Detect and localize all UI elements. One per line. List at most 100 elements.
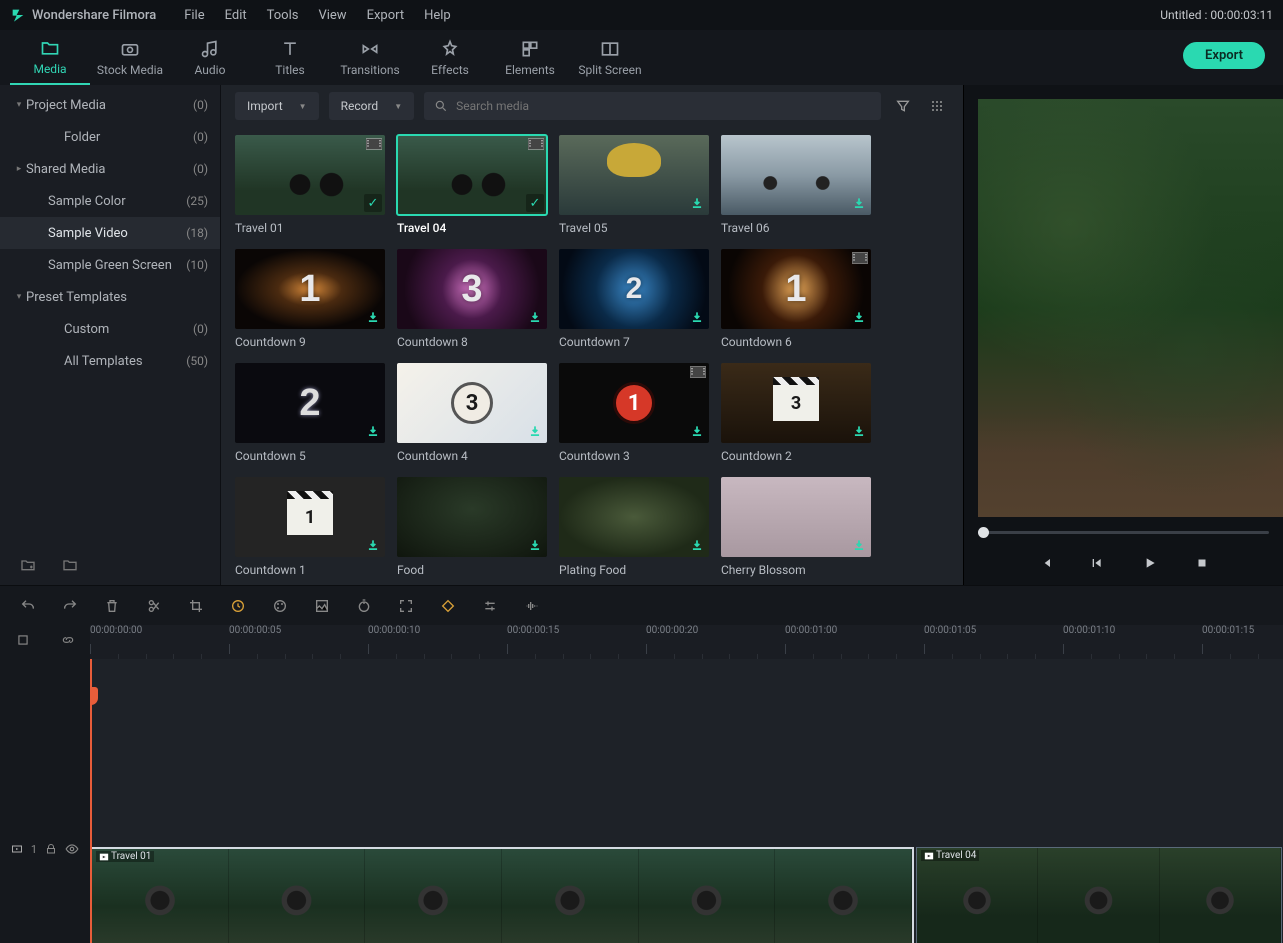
expand-button[interactable] [396,596,416,616]
sidebar-item-all-templates[interactable]: All Templates(50) [0,345,220,377]
tab-effects[interactable]: Effects [410,30,490,85]
media-thumbnail[interactable]: 1 [721,249,871,329]
search-media[interactable] [424,92,881,120]
timeline-ruler[interactable]: 00:00:00:0000:00:00:0500:00:00:1000:00:0… [90,625,1283,659]
folder-icon[interactable] [62,557,78,577]
menu-file[interactable]: File [182,4,206,27]
timeline-clip[interactable]: Travel 01 [90,847,914,943]
lock-icon[interactable] [45,843,57,855]
download-icon[interactable] [364,308,382,326]
record-dropdown[interactable]: Record▼ [329,92,415,120]
download-icon[interactable] [850,194,868,212]
crop-button[interactable] [186,596,206,616]
media-thumbnail[interactable] [721,135,871,215]
media-item[interactable]: ✓Travel 01 [235,135,385,235]
menu-view[interactable]: View [316,4,348,27]
search-input[interactable] [456,99,871,113]
split-button[interactable] [144,596,164,616]
media-thumbnail[interactable] [559,477,709,557]
tab-split-screen[interactable]: Split Screen [570,30,650,85]
media-item[interactable]: 2Countdown 5 [235,363,385,463]
media-item[interactable]: Travel 05 [559,135,709,235]
media-thumbnail[interactable]: 3 [397,363,547,443]
audio-button[interactable] [522,596,542,616]
stop-button[interactable] [1191,552,1213,574]
color-button[interactable] [270,596,290,616]
media-thumbnail[interactable]: 1 [235,249,385,329]
eye-icon[interactable] [65,842,79,856]
media-thumbnail[interactable]: 2 [559,249,709,329]
tab-stock-media[interactable]: Stock Media [90,30,170,85]
sidebar-item-custom[interactable]: Custom(0) [0,313,220,345]
media-item[interactable]: ✓Travel 04 [397,135,547,235]
tab-elements[interactable]: Elements [490,30,570,85]
media-thumbnail[interactable]: 3 [397,249,547,329]
timeline-clip[interactable]: Travel 04 [916,847,1282,943]
media-item[interactable]: 3Countdown 2 [721,363,871,463]
tab-titles[interactable]: Titles [250,30,330,85]
media-thumbnail[interactable] [721,477,871,557]
sidebar-item-shared-media[interactable]: ▸Shared Media(0) [0,153,220,185]
download-icon[interactable] [364,536,382,554]
menu-tools[interactable]: Tools [265,4,301,27]
media-thumbnail[interactable]: ✓ [235,135,385,215]
tracks-body[interactable]: Travel 01Travel 04 [90,659,1283,943]
step-back-button[interactable] [1087,552,1109,574]
speed-button[interactable] [228,596,248,616]
scrub-bar[interactable] [978,523,1269,541]
media-item[interactable]: 1Countdown 6 [721,249,871,349]
green-screen-button[interactable] [312,596,332,616]
redo-button[interactable] [60,596,80,616]
duration-button[interactable] [354,596,374,616]
adjust-button[interactable] [480,596,500,616]
sidebar-item-folder[interactable]: Folder(0) [0,121,220,153]
media-thumbnail[interactable]: 3 [721,363,871,443]
export-button[interactable]: Export [1183,42,1265,69]
media-item[interactable]: 3Countdown 8 [397,249,547,349]
prev-frame-button[interactable] [1035,552,1057,574]
media-item[interactable]: Cherry Blossom [721,477,871,577]
media-item[interactable]: Plating Food [559,477,709,577]
marker-tool-icon[interactable] [16,633,30,651]
keyframe-button[interactable] [438,596,458,616]
media-item[interactable]: 3Countdown 4 [397,363,547,463]
link-tool-icon[interactable] [61,633,75,651]
import-dropdown[interactable]: Import▼ [235,92,319,120]
download-icon[interactable] [526,308,544,326]
media-thumbnail[interactable] [397,477,547,557]
download-icon[interactable] [688,422,706,440]
media-item[interactable]: 2Countdown 7 [559,249,709,349]
tab-media[interactable]: Media [10,30,90,85]
download-icon[interactable] [526,422,544,440]
media-thumbnail[interactable]: 1 [235,477,385,557]
media-thumbnail[interactable] [559,135,709,215]
download-icon[interactable] [364,422,382,440]
sidebar-item-project-media[interactable]: ▾Project Media(0) [0,89,220,121]
media-thumbnail[interactable]: 2 [235,363,385,443]
delete-button[interactable] [102,596,122,616]
media-item[interactable]: Food [397,477,547,577]
menu-help[interactable]: Help [422,4,453,27]
undo-button[interactable] [18,596,38,616]
tab-transitions[interactable]: Transitions [330,30,410,85]
media-item[interactable]: Travel 06 [721,135,871,235]
sidebar-item-sample-green-screen[interactable]: Sample Green Screen(10) [0,249,220,281]
download-icon[interactable] [850,308,868,326]
playhead[interactable] [90,659,92,943]
video-track-header[interactable]: 1 [0,799,90,899]
download-icon[interactable] [688,308,706,326]
new-folder-icon[interactable] [20,557,36,577]
media-item[interactable]: 1Countdown 1 [235,477,385,577]
sidebar-item-preset-templates[interactable]: ▾Preset Templates [0,281,220,313]
download-icon[interactable] [688,194,706,212]
tab-audio[interactable]: Audio [170,30,250,85]
sidebar-item-sample-color[interactable]: Sample Color(25) [0,185,220,217]
sidebar-item-sample-video[interactable]: Sample Video(18) [0,217,220,249]
download-icon[interactable] [688,536,706,554]
grid-view-icon[interactable] [925,94,949,118]
menu-edit[interactable]: Edit [223,4,249,27]
play-button[interactable] [1139,552,1161,574]
download-icon[interactable] [526,536,544,554]
media-thumbnail[interactable]: ✓ [397,135,547,215]
download-icon[interactable] [850,536,868,554]
